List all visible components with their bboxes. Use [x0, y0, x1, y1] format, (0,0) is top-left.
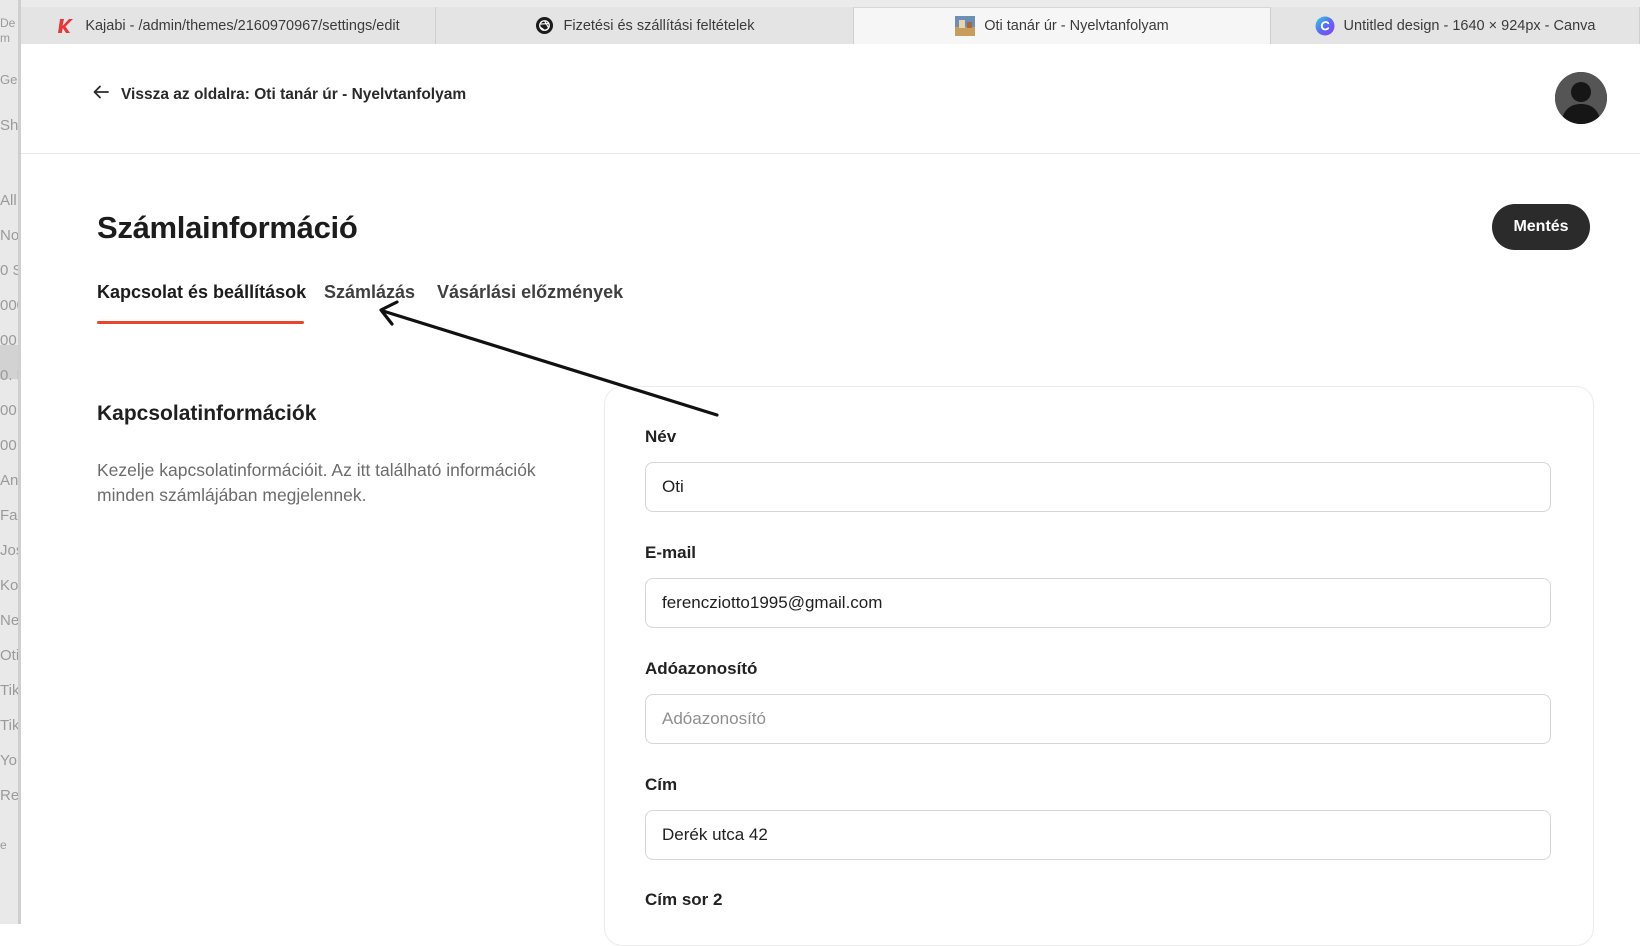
background-fragment: Tik	[0, 682, 20, 699]
background-fragment: Tik	[0, 717, 20, 734]
background-fragment: No	[0, 227, 20, 244]
background-fragment: e	[0, 838, 7, 852]
page: Vissza az oldalra: Oti tanár úr - Nyelvt…	[21, 44, 1640, 946]
background-window-sidebar: De m Ge Sh All No 0 S 000 00. 0. E 00. 0…	[0, 0, 21, 924]
background-fragment: Ge	[0, 72, 18, 87]
address-field[interactable]	[645, 810, 1551, 860]
background-fragment: De	[0, 16, 16, 30]
page-title: Számlainformáció	[97, 210, 358, 245]
page-header: Vissza az oldalra: Oti tanár úr - Nyelvt…	[21, 44, 1640, 154]
browser-tab-label: Oti tanár úr - Nyelvtanfolyam	[984, 18, 1169, 34]
background-fragment: All	[0, 192, 17, 209]
section-title: Kapcsolatinformációk	[97, 402, 317, 425]
user-silhouette-icon	[1555, 72, 1607, 124]
name-field-label: Név	[645, 427, 677, 446]
section-description: Kezelje kapcsolatinformációit. Az itt ta…	[97, 460, 536, 505]
browser-tab-label: Fizetési és szállítási feltételek	[563, 17, 755, 34]
kajabi-icon	[56, 16, 76, 36]
tab-purchase-history[interactable]: Vásárlási előzmények	[437, 282, 623, 303]
tab-billing[interactable]: Számlázás	[324, 282, 415, 303]
openai-icon	[535, 16, 555, 36]
background-fragment: m	[0, 31, 10, 45]
browser-tab-oti[interactable]: Oti tanár úr - Nyelvtanfolyam	[854, 7, 1271, 44]
back-link-label: Vissza az oldalra: Oti tanár úr - Nyelvt…	[121, 85, 467, 103]
background-fragment: Oti	[0, 647, 20, 664]
site-thumbnail-icon	[955, 16, 976, 36]
tax-id-field-label: Adóazonosító	[645, 659, 758, 678]
email-field[interactable]	[645, 578, 1551, 628]
arrow-left-icon	[93, 85, 109, 104]
save-button[interactable]: Mentés	[1492, 204, 1590, 250]
tax-id-field[interactable]	[645, 694, 1551, 744]
browser-tab-label: Untitled design - 1640 × 924px - Canva	[1343, 17, 1596, 34]
avatar[interactable]	[1555, 72, 1607, 124]
name-field[interactable]	[645, 462, 1551, 512]
background-fragment: Ne	[0, 612, 20, 629]
tab-contact-settings[interactable]: Kapcsolat és beállítások	[97, 282, 306, 303]
back-link[interactable]: Vissza az oldalra: Oti tanár úr - Nyelvt…	[93, 85, 466, 104]
active-tab-indicator	[97, 321, 304, 324]
browser-tab-label: Kajabi - /admin/themes/2160970967/settin…	[85, 17, 400, 34]
canva-icon	[1315, 16, 1335, 36]
address-field-label: Cím	[645, 775, 678, 794]
browser-tab-kajabi[interactable]: Kajabi - /admin/themes/2160970967/settin…	[21, 7, 436, 44]
email-field-label: E-mail	[645, 543, 697, 562]
address-line-2-field-label: Cím sor 2	[645, 890, 723, 909]
browser-tab-bar: Kajabi - /admin/themes/2160970967/settin…	[21, 0, 1640, 44]
browser-tab-canva[interactable]: Untitled design - 1640 × 924px - Canva	[1271, 7, 1640, 44]
background-fragment: Sh	[0, 117, 19, 134]
browser-tab-terms[interactable]: Fizetési és szállítási feltételek	[436, 7, 854, 44]
